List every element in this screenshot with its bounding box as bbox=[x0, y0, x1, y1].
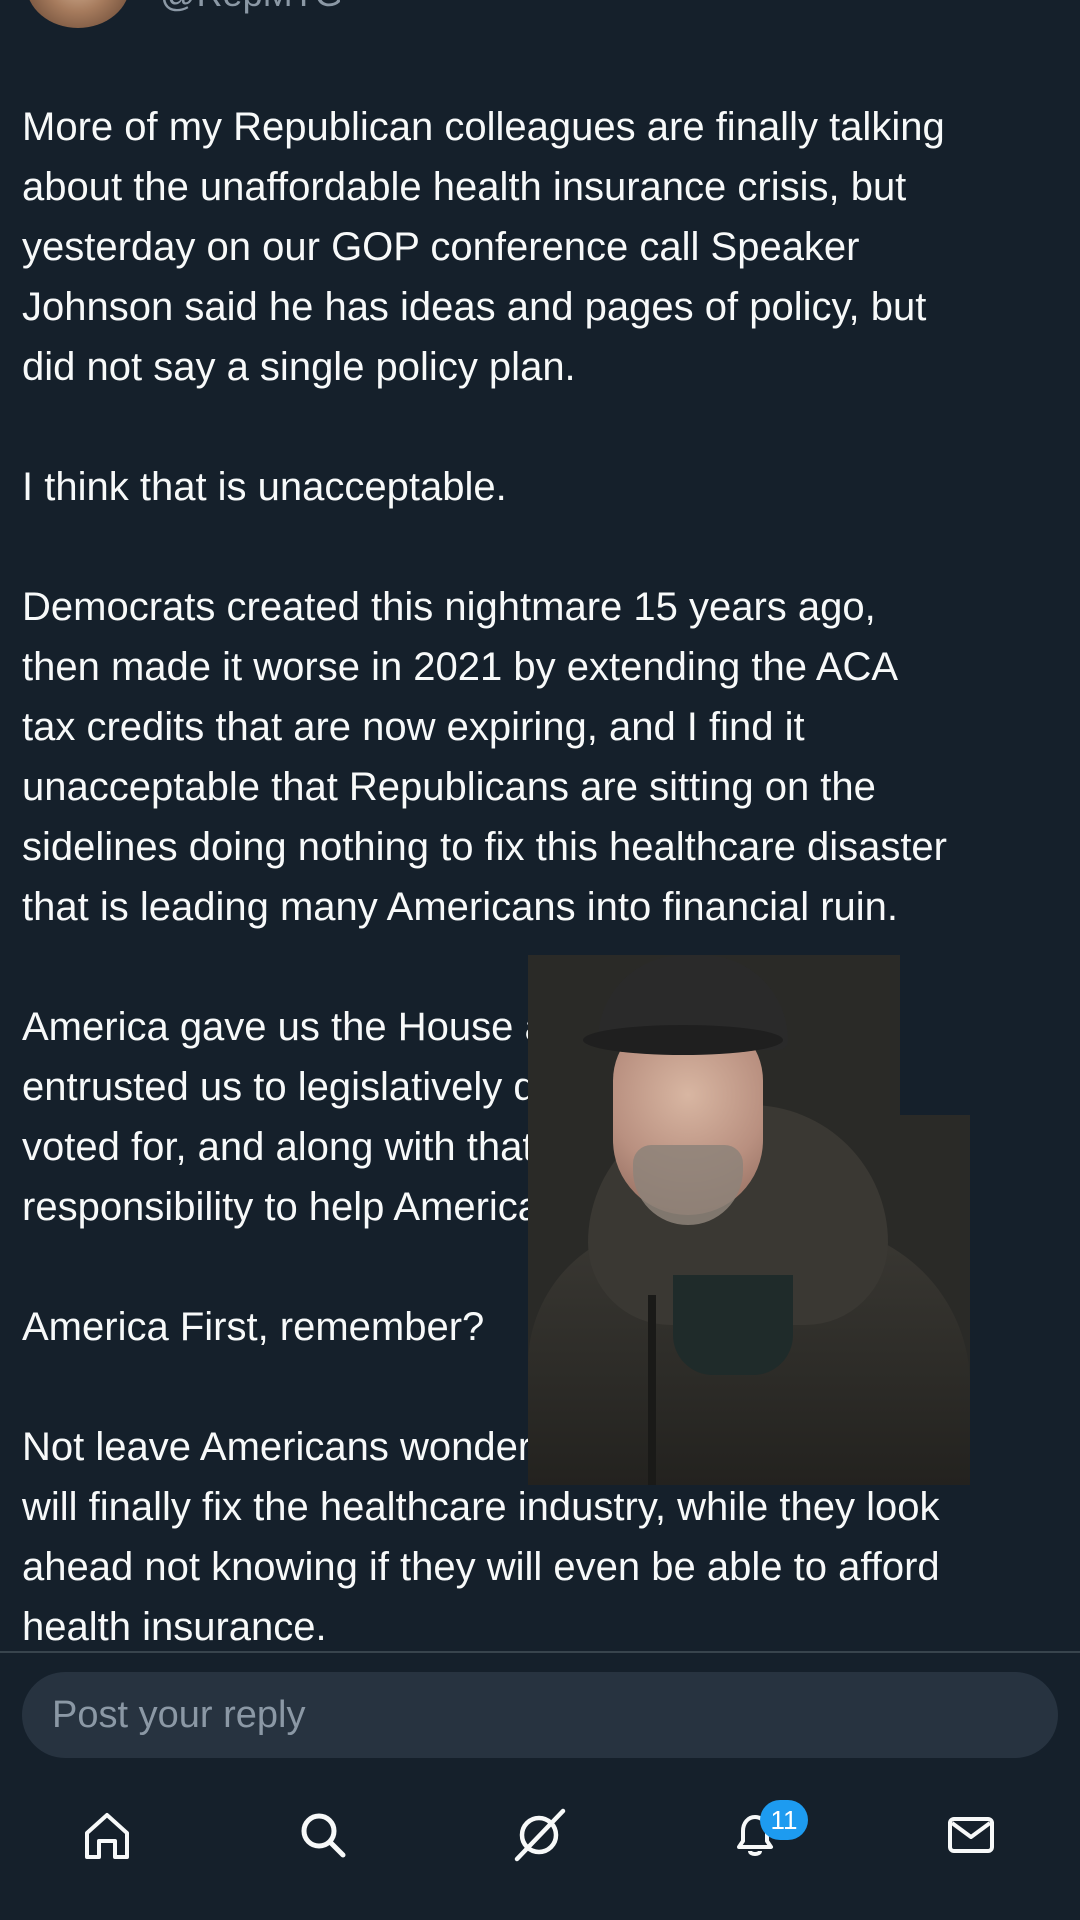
overlay-background bbox=[900, 955, 970, 1115]
tweet-paragraph: More of my Republican colleagues are fin… bbox=[22, 97, 1062, 397]
text-line: sidelines doing nothing to fix this heal… bbox=[22, 825, 947, 869]
tweet-paragraph: I think that is unacceptable. bbox=[22, 457, 1062, 517]
nav-grok[interactable] bbox=[494, 1790, 584, 1880]
text-line: unacceptable that Republicans are sittin… bbox=[22, 765, 876, 809]
reply-input[interactable]: Post your reply bbox=[22, 1672, 1058, 1758]
text-line: Johnson said he has ideas and pages of p… bbox=[22, 285, 927, 329]
nav-search[interactable] bbox=[278, 1790, 368, 1880]
nav-messages[interactable] bbox=[926, 1790, 1016, 1880]
grok-icon bbox=[514, 1808, 566, 1862]
tweet-paragraph: Democrats created this nightmare 15 year… bbox=[22, 577, 1062, 937]
text-line: I think that is unacceptable. bbox=[22, 465, 507, 509]
text-line: ahead not knowing if they will even be a… bbox=[22, 1545, 940, 1589]
author-handle[interactable]: @RepMTG bbox=[160, 0, 343, 14]
person-cap-brim bbox=[583, 1025, 783, 1055]
video-overlay bbox=[528, 955, 970, 1485]
text-line: that is leading many Americans into fina… bbox=[22, 885, 899, 929]
text-line: did not say a single policy plan. bbox=[22, 345, 576, 389]
notification-badge: 11 bbox=[760, 1800, 808, 1840]
nav-home[interactable] bbox=[62, 1790, 152, 1880]
search-icon bbox=[301, 1813, 346, 1858]
text-line: yesterday on our GOP conference call Spe… bbox=[22, 225, 860, 269]
text-line: then made it worse in 2021 by extending … bbox=[22, 645, 899, 689]
text-line: health insurance. bbox=[22, 1605, 327, 1649]
bottom-nav bbox=[0, 1790, 1080, 1880]
text-line: about the unaffordable health insurance … bbox=[22, 165, 907, 209]
reply-placeholder: Post your reply bbox=[52, 1693, 306, 1736]
home-icon bbox=[85, 1813, 129, 1859]
author-avatar[interactable] bbox=[26, 0, 130, 28]
person-shirt bbox=[673, 1275, 793, 1375]
text-line: More of my Republican colleagues are fin… bbox=[22, 105, 945, 149]
divider bbox=[0, 1651, 1080, 1653]
person-zipper bbox=[648, 1295, 656, 1485]
text-line: Democrats created this nightmare 15 year… bbox=[22, 585, 876, 629]
mail-icon bbox=[948, 1817, 994, 1853]
text-line: will finally fix the healthcare industry… bbox=[22, 1485, 940, 1529]
app-screen: @RepMTG More of my Republican colleagues… bbox=[0, 0, 1080, 1920]
text-line: tax credits that are now expiring, and I… bbox=[22, 705, 805, 749]
